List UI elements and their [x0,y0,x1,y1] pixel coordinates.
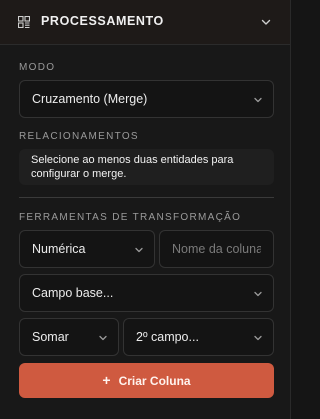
base-field-value: Campo base... [32,286,114,300]
chevron-down-icon [254,97,262,103]
second-field-value: 2º campo... [136,330,199,344]
panel-header[interactable]: PROCESSAMENTO [0,0,290,45]
chevron-down-icon [135,247,143,253]
plus-icon: + [102,372,111,388]
relationships-label: RELACIONAMENTOS [19,131,139,142]
base-field-select[interactable]: Campo base... [19,274,274,312]
grid-icon [18,16,30,28]
chevron-down-icon [254,335,262,341]
mode-label: MODO [19,62,56,73]
divider [19,197,274,198]
create-column-label: Criar Coluna [118,374,191,388]
chevron-down-icon [254,291,262,297]
column-name-input[interactable] [160,231,273,267]
chevron-down-icon [99,335,107,341]
relationships-message: Selecione ao menos duas entidades para c… [19,149,274,185]
create-column-button[interactable]: + Criar Coluna [19,363,274,398]
tools-label: FERRAMENTAS DE TRANSFORMAÇÃO [19,212,242,223]
processing-panel: PROCESSAMENTO MODO Cruzamento (Merge) RE… [0,0,291,419]
operation-select[interactable]: Somar [19,318,119,356]
mode-select[interactable]: Cruzamento (Merge) [19,80,274,118]
type-select[interactable]: Numérica [19,230,155,268]
type-value: Numérica [32,242,86,256]
panel-title: PROCESSAMENTO [41,14,164,28]
second-field-select[interactable]: 2º campo... [123,318,274,356]
mode-value: Cruzamento (Merge) [32,92,148,106]
chevron-down-icon[interactable] [260,16,272,28]
column-name-input-wrapper [159,230,274,268]
operation-value: Somar [32,330,69,344]
